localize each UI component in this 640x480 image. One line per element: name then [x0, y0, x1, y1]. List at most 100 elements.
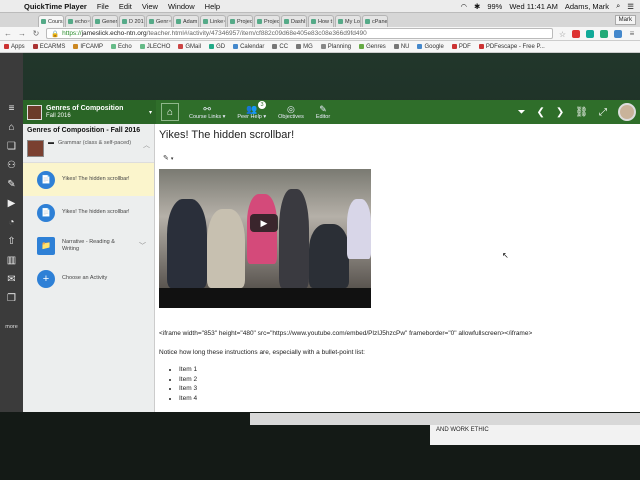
clock[interactable]: Wed 11:41 AM	[509, 2, 558, 11]
bookmark[interactable]: Echo	[111, 44, 132, 50]
objectives-button[interactable]: ◎ Objectives	[272, 104, 310, 120]
bookmark-label: Planning	[327, 43, 352, 50]
more-link[interactable]: more	[5, 324, 18, 330]
gauge-icon[interactable]: ◔	[5, 217, 18, 229]
course-selector[interactable]: Genres of Composition Fall 2016 ▾	[23, 100, 156, 124]
menu-file[interactable]: File	[97, 2, 109, 11]
app-name[interactable]: QuickTime Player	[24, 2, 87, 11]
browser-tab[interactable]: Dashl×	[281, 15, 307, 27]
expand-icon[interactable]: ⤢	[599, 107, 607, 118]
search-icon[interactable]: ⌕	[616, 1, 620, 11]
bookmark[interactable]: Calendar	[233, 44, 264, 50]
peer-help-button[interactable]: 👥 Peer Help ▾	[231, 104, 272, 120]
extension-icon[interactable]	[586, 29, 594, 38]
play-icon[interactable]: ▶	[250, 214, 278, 232]
unit-item[interactable]: ▬ Grammar (class & self-paced) ︿	[23, 137, 154, 163]
pages-icon[interactable]: ❐	[5, 293, 18, 305]
close-icon[interactable]: ×	[332, 19, 333, 25]
menu-edit[interactable]: Edit	[119, 2, 132, 11]
browser-tab[interactable]: My Lo×	[335, 15, 361, 27]
reload-icon[interactable]: ↻	[32, 29, 40, 38]
browser-tab[interactable]: D 201×	[119, 15, 145, 27]
bookmark[interactable]: PDF	[451, 44, 471, 50]
bookmark[interactable]: Apps	[4, 44, 25, 50]
editor-button[interactable]: ✎ Editor	[310, 104, 336, 120]
extension-icon[interactable]	[614, 29, 622, 38]
mail-icon[interactable]: ✉	[5, 274, 18, 286]
filter-icon[interactable]: ⏷	[518, 107, 526, 118]
close-icon[interactable]: ×	[197, 19, 198, 25]
browser-tab[interactable]: cPane ×	[362, 15, 388, 27]
book-icon[interactable]: ❑	[5, 141, 18, 153]
profile-button[interactable]: Mark	[614, 15, 636, 25]
link-icon[interactable]: ⛓	[575, 107, 588, 118]
video-player[interactable]: ▶	[159, 169, 371, 308]
people-icon: 👥	[246, 104, 258, 114]
wifi-icon[interactable]: ◠	[461, 2, 468, 11]
chevron-up-icon[interactable]: ︿	[143, 140, 150, 150]
star-icon[interactable]: ☆	[559, 30, 566, 39]
close-icon[interactable]: ×	[305, 19, 306, 25]
menu-window[interactable]: Window	[168, 2, 195, 11]
home-button[interactable]: ⌂	[161, 103, 179, 121]
activity-item[interactable]: 📁 Narrative - Reading & Writing ﹀	[23, 229, 154, 262]
user-name[interactable]: Adams, Mark	[565, 2, 609, 11]
bookmark[interactable]: JLECHO	[139, 44, 170, 50]
document-icon: 📄	[37, 203, 55, 222]
chevron-left-icon[interactable]: ❮	[537, 107, 545, 118]
chart-icon[interactable]: ▥	[5, 255, 18, 267]
browser-tab[interactable]: Gener×	[92, 15, 118, 27]
browser-tab[interactable]: Adam×	[173, 15, 199, 27]
close-icon[interactable]: ×	[87, 19, 90, 25]
edit-icon[interactable]: ✎	[5, 179, 18, 191]
bookmark[interactable]: Google	[417, 44, 444, 50]
close-icon[interactable]: ×	[360, 19, 361, 25]
activity-item[interactable]: 📄 Yikes! The hidden scrollbar!	[23, 196, 154, 229]
bookmark[interactable]: MG	[296, 44, 313, 50]
close-icon[interactable]: ×	[63, 19, 64, 25]
browser-tab[interactable]: Projec×	[227, 15, 253, 27]
chevron-down-icon[interactable]: ﹀	[139, 241, 146, 251]
close-icon[interactable]: ×	[144, 19, 145, 25]
bookmark[interactable]: GMail	[178, 44, 201, 50]
bookmark[interactable]: GD	[209, 44, 225, 50]
extension-icon[interactable]	[600, 29, 608, 38]
bookmark[interactable]: Genres	[359, 44, 386, 50]
edit-menu[interactable]: ✎ ▾	[163, 154, 173, 162]
home-icon[interactable]: ⌂	[5, 122, 18, 134]
bookmark[interactable]: Planning	[320, 43, 352, 50]
list-icon[interactable]: ☰	[627, 2, 634, 11]
browser-tab[interactable]: echo ×	[65, 15, 91, 27]
menu-icon[interactable]: ≡	[628, 29, 636, 38]
bookmark[interactable]: IFCAMP	[73, 44, 103, 50]
browser-tab[interactable]: Genr ×	[146, 15, 172, 27]
address-bar[interactable]: 🔒 https:// jameslick.echo-ntn.org /teach…	[46, 28, 553, 39]
menu-icon[interactable]: ≡	[5, 103, 18, 115]
avatar[interactable]	[618, 103, 636, 121]
close-icon[interactable]: ×	[223, 19, 225, 25]
play-icon[interactable]: ▶	[5, 198, 18, 210]
bookmark[interactable]: PDFescape - Free P...	[478, 44, 545, 50]
browser-tab[interactable]: Linke×	[200, 15, 226, 27]
browser-tab[interactable]: Cours×	[38, 15, 64, 27]
back-icon[interactable]: ←	[4, 29, 12, 38]
forward-icon[interactable]: →	[18, 29, 26, 38]
bookmark[interactable]: NU	[393, 44, 409, 50]
extension-icon[interactable]	[572, 29, 580, 38]
bluetooth-icon[interactable]: ✱	[474, 2, 480, 11]
chevron-right-icon[interactable]: ❯	[556, 107, 564, 118]
course-links-button[interactable]: ⚯ Course Links ▾	[183, 104, 231, 120]
bookmark[interactable]: CC	[272, 44, 288, 50]
menu-help[interactable]: Help	[205, 2, 220, 11]
menu-view[interactable]: View	[142, 2, 158, 11]
close-icon[interactable]: ×	[117, 19, 118, 25]
people-icon[interactable]: ⚇	[5, 160, 18, 172]
battery-percent[interactable]: 99%	[487, 2, 502, 11]
activity-item[interactable]: + Choose an Activity	[23, 262, 154, 295]
browser-tab[interactable]: Projec×	[254, 15, 280, 27]
bookmark[interactable]: ECARMS	[32, 44, 65, 50]
upload-icon[interactable]: ⇧	[5, 236, 18, 248]
activity-item[interactable]: 📄 Yikes! The hidden scrollbar!	[23, 163, 154, 196]
browser-tab[interactable]: How t×	[308, 15, 334, 27]
close-icon[interactable]: ×	[168, 19, 171, 25]
